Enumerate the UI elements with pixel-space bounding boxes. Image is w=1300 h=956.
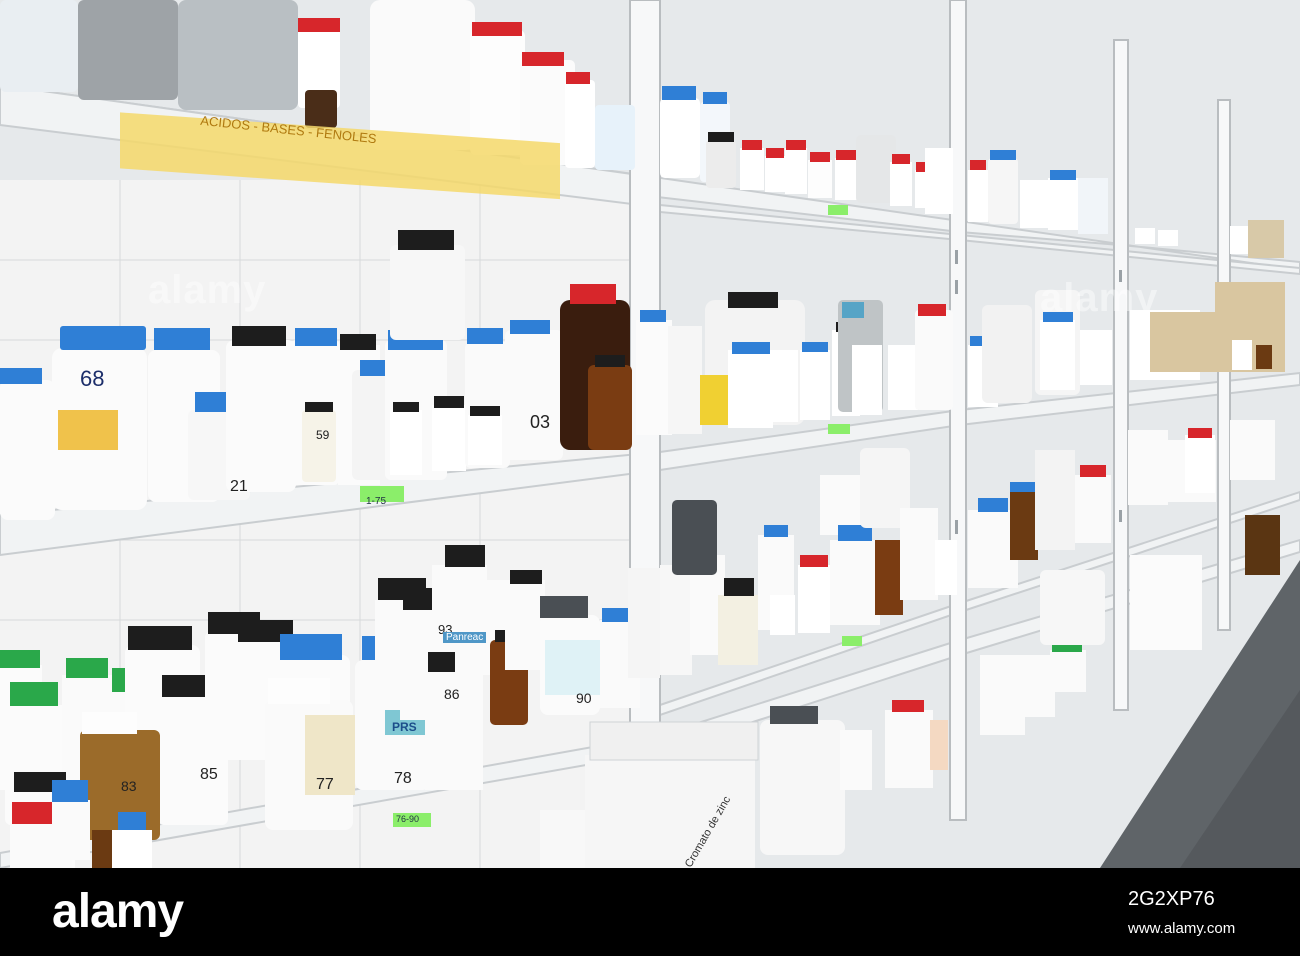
shelf-range-tag: 1-75 — [366, 496, 387, 507]
alamy-logo: alamy — [52, 885, 184, 938]
photo-scene: alamy alamy 68 21 03 59 93 86 78 77 85 8… — [0, 0, 1300, 868]
brand-label: PRS — [392, 720, 417, 734]
jar-number-label: 21 — [230, 478, 248, 495]
brand-label: Panreac — [443, 632, 487, 643]
site-url: www.alamy.com — [1128, 920, 1236, 937]
jar-number-label: 59 — [316, 428, 330, 442]
jar-number-label: 85 — [200, 766, 218, 783]
watermark-alamy: alamy — [148, 268, 267, 312]
image-id: 2G2XP76 — [1128, 888, 1215, 910]
jar-number-label: 68 — [80, 366, 105, 391]
jar-number-label: 78 — [394, 770, 412, 787]
jar-number-label: 83 — [121, 778, 137, 794]
jar-number-label: 03 — [530, 412, 551, 432]
shelving-photo — [0, 0, 1300, 868]
jar-number-label: 77 — [316, 776, 334, 793]
jar-number-label: 86 — [444, 686, 460, 702]
shelf-range-tag: 76-90 — [396, 814, 420, 824]
watermark-alamy-right: alamy — [1040, 276, 1159, 320]
jar-number-label: 90 — [576, 690, 592, 706]
stock-photo-footer: alamy 2G2XP76 www.alamy.com — [0, 868, 1300, 956]
